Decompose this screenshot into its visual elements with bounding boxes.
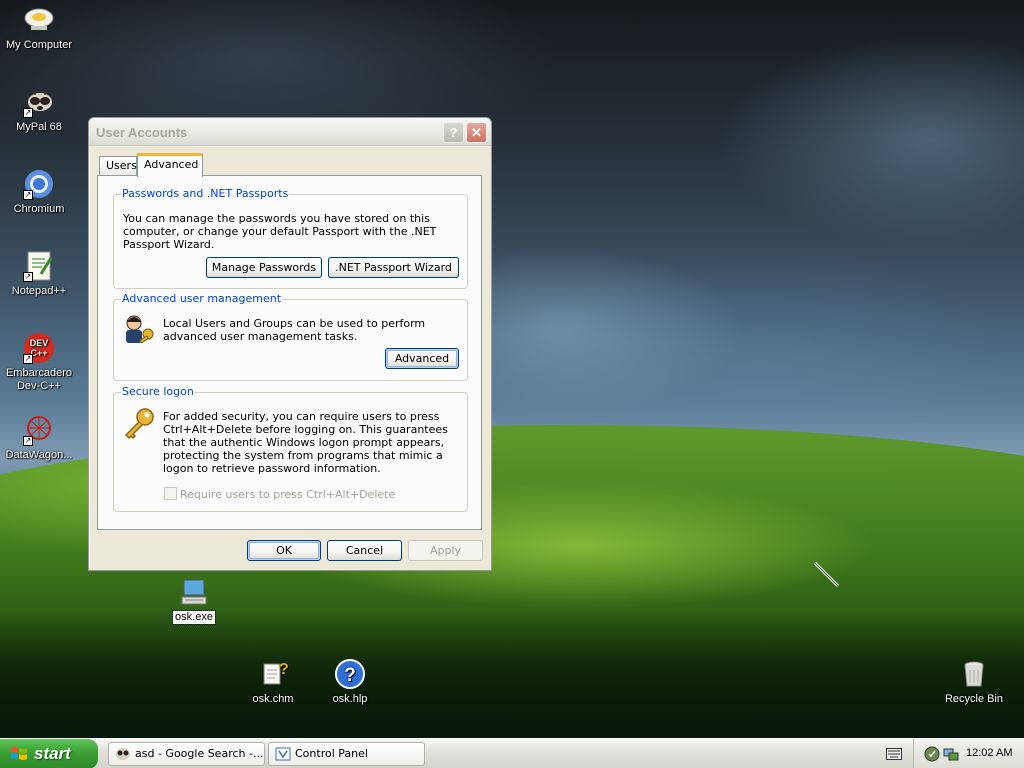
close-button[interactable]: ✕ <box>466 122 487 143</box>
svg-text:?: ? <box>279 661 289 678</box>
passwords-description: You can manage the passwords you have st… <box>123 212 437 251</box>
shortcut-arrow-icon: ↗ <box>23 108 33 118</box>
desktop-icon-notepadpp[interactable]: ↗ Notepad++ <box>0 250 78 298</box>
tab-users[interactable]: Users <box>99 156 137 176</box>
taskbar-item-label: Control Panel <box>295 747 368 760</box>
advanced-user-management-group: Advanced user management Local Users and… <box>113 292 468 381</box>
start-label: start <box>34 744 71 763</box>
desktop-icon-label: Recycle Bin <box>944 693 1004 705</box>
shortcut-arrow-icon: ↗ <box>23 436 33 446</box>
desktop-icon-label: Notepad++ <box>11 285 67 297</box>
title-bar[interactable]: User Accounts ? ✕ <box>89 118 491 146</box>
desktop-icon-label: MyPal 68 <box>16 121 62 133</box>
taskbar-item-browser[interactable]: asd - Google Search -... <box>108 742 265 766</box>
tray-network-icon[interactable] <box>943 746 959 762</box>
clock[interactable]: 12:02 AM <box>966 747 1012 759</box>
desktop-icon-recycle-bin[interactable]: Recycle Bin <box>935 658 1013 706</box>
pen-cursor-icon <box>813 561 840 588</box>
help-icon: ? <box>334 658 366 690</box>
datawagon-icon: ↗ <box>23 414 55 446</box>
desktop-icon-label: osk.chm <box>252 693 294 705</box>
tab-advanced[interactable]: Advanced <box>137 153 203 177</box>
net-passport-wizard-button[interactable]: .NET Passport Wizard <box>328 257 459 278</box>
desktop-icon-osk-exe[interactable]: osk.exe <box>155 576 233 625</box>
desktop-icon-my-computer[interactable]: My Computer <box>0 4 78 52</box>
help-file-icon: ? <box>257 658 289 690</box>
desktop-icon-mypal[interactable]: ↗ MyPal 68 <box>0 86 78 134</box>
manage-passwords-button[interactable]: Manage Passwords <box>206 257 322 278</box>
shortcut-arrow-icon: ↗ <box>23 272 33 282</box>
key-icon <box>124 408 154 440</box>
help-icon: ? <box>449 125 458 140</box>
desktop-icon-label: DataWagon... <box>5 449 73 461</box>
cancel-button[interactable]: Cancel <box>327 540 402 561</box>
desktop-icon-label: Chromium <box>13 203 65 215</box>
advanced-description: Local Users and Groups can be used to pe… <box>163 317 426 343</box>
require-ctrl-alt-delete-checkbox[interactable] <box>164 487 177 500</box>
user-accounts-window: User Accounts ? ✕ Users Advanced Passwor… <box>88 117 492 571</box>
keyboard-icon[interactable] <box>886 748 902 760</box>
desktop-icon-osk-hlp[interactable]: ? osk.hlp <box>311 658 389 706</box>
recycle-bin-icon <box>958 658 990 690</box>
desktop-icon-label: osk.hlp <box>332 693 368 705</box>
svg-text:C++: C++ <box>30 348 47 358</box>
advanced-group-title: Advanced user management <box>121 292 283 305</box>
desktop-icon-datawagon[interactable]: ↗ DataWagon... <box>0 414 78 462</box>
mypal-icon <box>116 748 130 760</box>
chromium-icon: ↗ <box>23 168 55 200</box>
advanced-button[interactable]: Advanced <box>385 348 459 369</box>
ok-button[interactable]: OK <box>247 540 321 561</box>
devcpp-icon: DEV C++ ↗ <box>23 332 55 364</box>
system-tray: 12:02 AM <box>913 739 1024 768</box>
passwords-group: Passwords and .NET Passports You can man… <box>113 187 468 289</box>
svg-text:?: ? <box>344 665 356 686</box>
mypal-icon: ↗ <box>23 86 55 118</box>
taskbar-item-label: asd - Google Search -... <box>135 747 264 760</box>
secure-logon-description: For added security, you can require user… <box>163 410 448 475</box>
passwords-group-title: Passwords and .NET Passports <box>121 187 290 200</box>
close-icon: ✕ <box>471 125 482 140</box>
secure-logon-group: Secure logon For added security, you can… <box>113 385 468 512</box>
windows-logo-icon <box>11 747 27 760</box>
advanced-tab-panel: Passwords and .NET Passports You can man… <box>97 175 482 530</box>
start-button[interactable]: start <box>0 739 98 768</box>
notepadpp-icon: ↗ <box>23 250 55 282</box>
require-ctrl-alt-delete-label: Require users to press Ctrl+Alt+Delete <box>180 488 396 501</box>
window-title: User Accounts <box>96 125 188 140</box>
help-button[interactable]: ? <box>443 122 464 143</box>
svg-text:DEV: DEV <box>30 338 49 348</box>
users-key-icon <box>126 315 154 344</box>
desktop-icon-chromium[interactable]: ↗ Chromium <box>0 168 78 216</box>
taskbar: start asd - Google Search -... Control P… <box>0 738 1024 768</box>
secure-logon-title: Secure logon <box>121 385 195 398</box>
my-computer-icon <box>23 4 55 36</box>
taskbar-item-control-panel[interactable]: Control Panel <box>268 742 425 766</box>
wallpaper-foreground <box>0 610 1024 738</box>
desktop-icon-devcpp[interactable]: DEV C++ ↗ Embarcadero Dev-C++ <box>0 332 78 393</box>
control-panel-icon <box>275 747 291 761</box>
shortcut-arrow-icon: ↗ <box>23 190 33 200</box>
desktop-icon-label: osk.exe <box>172 610 216 625</box>
desktop-icon-label: Embarcadero Dev-C++ <box>5 367 73 392</box>
desktop-icon-label: My Computer <box>5 39 73 51</box>
apply-button[interactable]: Apply <box>408 540 483 561</box>
shortcut-arrow-icon: ↗ <box>23 354 33 364</box>
osk-exe-icon <box>178 576 210 608</box>
desktop-icon-osk-chm[interactable]: ? osk.chm <box>234 658 312 706</box>
tray-shield-icon[interactable] <box>924 746 940 762</box>
